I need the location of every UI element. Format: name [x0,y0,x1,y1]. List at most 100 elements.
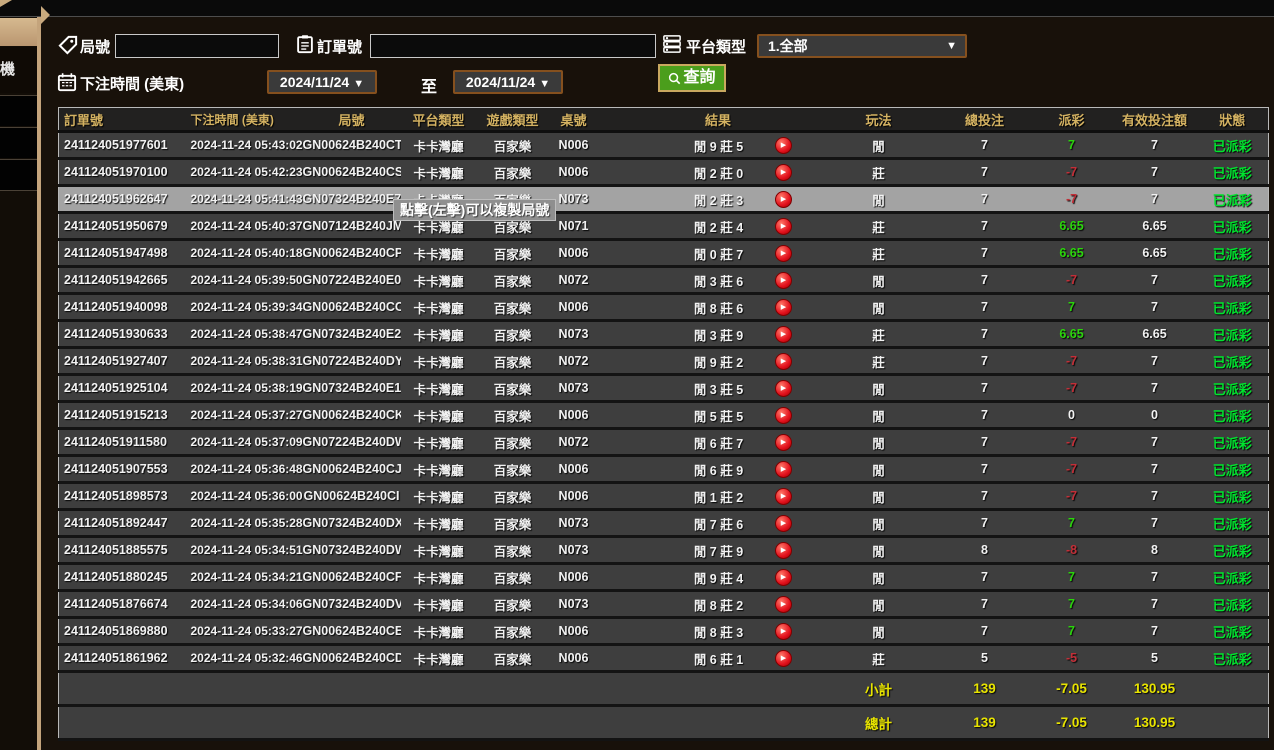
cell-game_no[interactable]: GN07324B240E1 [303,375,401,402]
play-video-icon[interactable]: ▶ [775,137,792,154]
cell-order_no: 241124051962647 [59,186,185,213]
empty-cell [749,706,819,740]
table-row[interactable]: 2411240519251042024-11-24 05:38:19GN0732… [59,375,1269,402]
cell-game_no[interactable]: GN07324B240DX [303,510,401,537]
play-video-icon[interactable]: ▶ [775,191,792,208]
cell-bet_time: 2024-11-24 05:37:27 [185,402,303,429]
table-row[interactable]: 2411240518766742024-11-24 05:34:06GN0732… [59,591,1269,618]
cell-game_no[interactable]: GN00624B240CO [303,294,401,321]
cell-game_no[interactable]: GN00624B240CJ [303,456,401,483]
play-video-icon[interactable]: ▶ [775,515,792,532]
table-row[interactable]: 2411240519274072024-11-24 05:38:31GN0722… [59,348,1269,375]
cell-payout: 6.65 [1031,213,1113,240]
play-video-icon[interactable]: ▶ [775,326,792,343]
play-video-icon[interactable]: ▶ [775,218,792,235]
sidebar-item[interactable] [0,159,37,191]
play-video-icon[interactable]: ▶ [775,380,792,397]
table-row[interactable]: 2411240518855752024-11-24 05:34:51GN0732… [59,537,1269,564]
play-video-icon[interactable]: ▶ [775,434,792,451]
cell-platform: 卡卡灣廳 [401,321,477,348]
game-no-input[interactable] [115,34,279,58]
play-video-icon[interactable]: ▶ [775,623,792,640]
cell-game_no[interactable]: GN07324B240DV [303,591,401,618]
cell-replay: ▶ [749,294,819,321]
play-video-icon[interactable]: ▶ [775,542,792,559]
play-video-icon[interactable]: ▶ [775,650,792,667]
cell-valid_bet: 0 [1113,402,1197,429]
filter-bar: 局號 訂單號 平台類型 1.全部 ▼ 下注時間 (美東) 2024/11/24▼… [41,17,1274,107]
table-row[interactable]: 2411240519400982024-11-24 05:39:34GN0062… [59,294,1269,321]
cell-game_no[interactable]: GN07324B240DW [303,537,401,564]
play-video-icon[interactable]: ▶ [775,461,792,478]
cell-game_type: 百家樂 [477,591,549,618]
cell-table_no: N006 [549,132,599,159]
search-button[interactable]: 查詢 [658,64,726,92]
cell-replay: ▶ [749,402,819,429]
cell-game_no[interactable]: GN07224B240E0 [303,267,401,294]
table-row[interactable]: 2411240519115802024-11-24 05:37:09GN0722… [59,429,1269,456]
sidebar-item-selected[interactable] [0,18,37,46]
cell-game_no[interactable]: GN00624B240CK [303,402,401,429]
table-row[interactable]: 2411240518698802024-11-24 05:33:27GN0062… [59,618,1269,645]
cell-game_no[interactable]: GN00624B240CS [303,159,401,186]
table-row[interactable]: 2411240519626472024-11-24 05:41:43GN0732… [59,186,1269,213]
play-video-icon[interactable]: ▶ [775,353,792,370]
cell-game_no[interactable]: GN00624B240CI [303,483,401,510]
platform-type-select[interactable]: 1.全部 ▼ [757,34,967,58]
play-video-icon[interactable]: ▶ [775,407,792,424]
cell-platform: 卡卡灣廳 [401,537,477,564]
table-row[interactable]: 2411240519474982024-11-24 05:40:18GN0062… [59,240,1269,267]
cell-valid_bet: 7 [1113,294,1197,321]
cell-game_no[interactable]: GN00624B240CP [303,240,401,267]
play-video-icon[interactable]: ▶ [775,488,792,505]
cell-play: 閒 [819,618,939,645]
cell-order_no: 241124051861962 [59,645,185,672]
sidebar-item[interactable] [0,127,37,158]
play-video-icon[interactable]: ▶ [775,569,792,586]
sidebar-item[interactable] [0,95,37,126]
cell-order_no: 241124051950679 [59,213,185,240]
cell-play: 閒 [819,186,939,213]
cell-platform: 卡卡灣廳 [401,429,477,456]
cell-table_no: N006 [549,483,599,510]
cell-game_type: 百家樂 [477,510,549,537]
table-row[interactable]: 2411240519306332024-11-24 05:38:47GN0732… [59,321,1269,348]
table-row[interactable]: 2411240518924472024-11-24 05:35:28GN0732… [59,510,1269,537]
table-row[interactable]: 2411240519776012024-11-24 05:43:02GN0062… [59,132,1269,159]
table-row[interactable]: 2411240519426652024-11-24 05:39:50GN0722… [59,267,1269,294]
cell-game_type: 百家樂 [477,375,549,402]
order-no-input[interactable] [370,34,656,58]
play-video-icon[interactable]: ▶ [775,596,792,613]
play-video-icon[interactable]: ▶ [775,164,792,181]
cell-game_no[interactable]: GN07324B240E7 [303,186,401,213]
date-to-picker[interactable]: 2024/11/24▼ [453,70,563,94]
cell-game_no[interactable]: GN07224B240DY [303,348,401,375]
date-from-picker[interactable]: 2024/11/24▼ [267,70,377,94]
cell-game_no[interactable]: GN00624B240CD [303,645,401,672]
play-video-icon[interactable]: ▶ [775,299,792,316]
table-row[interactable]: 2411240518802452024-11-24 05:34:21GN0062… [59,564,1269,591]
cell-game_no[interactable]: GN07124B240JM [303,213,401,240]
table-row[interactable]: 2411240518619622024-11-24 05:32:46GN0062… [59,645,1269,672]
table-row[interactable]: 2411240519506792024-11-24 05:40:37GN0712… [59,213,1269,240]
table-row[interactable]: 2411240519701002024-11-24 05:42:23GN0062… [59,159,1269,186]
cell-game_no[interactable]: GN00624B240CT [303,132,401,159]
sidebar-item-slot-machine[interactable]: 機 [0,47,37,93]
copy-game-no-tooltip: 點擊(左擊)可以複製局號 [393,199,556,221]
cell-game_no[interactable]: GN07224B240DW [303,429,401,456]
table-row[interactable]: 2411240518985732024-11-24 05:36:00GN0062… [59,483,1269,510]
cell-game_no[interactable]: GN00624B240CE [303,618,401,645]
cell-order_no: 241124051977601 [59,132,185,159]
table-row[interactable]: 2411240519152132024-11-24 05:37:27GN0062… [59,402,1269,429]
play-video-icon[interactable]: ▶ [775,245,792,262]
table-row[interactable]: 2411240519075532024-11-24 05:36:48GN0062… [59,456,1269,483]
column-header: 桌號 [549,108,599,132]
cell-replay: ▶ [749,456,819,483]
summary-cell: 130.95 [1113,706,1197,740]
cell-result: 閒 3 莊 6 [599,267,749,294]
empty-cell [401,672,477,706]
summary-cell: 總計 [819,706,939,740]
play-video-icon[interactable]: ▶ [775,272,792,289]
cell-game_no[interactable]: GN07324B240E2 [303,321,401,348]
cell-game_no[interactable]: GN00624B240CF [303,564,401,591]
